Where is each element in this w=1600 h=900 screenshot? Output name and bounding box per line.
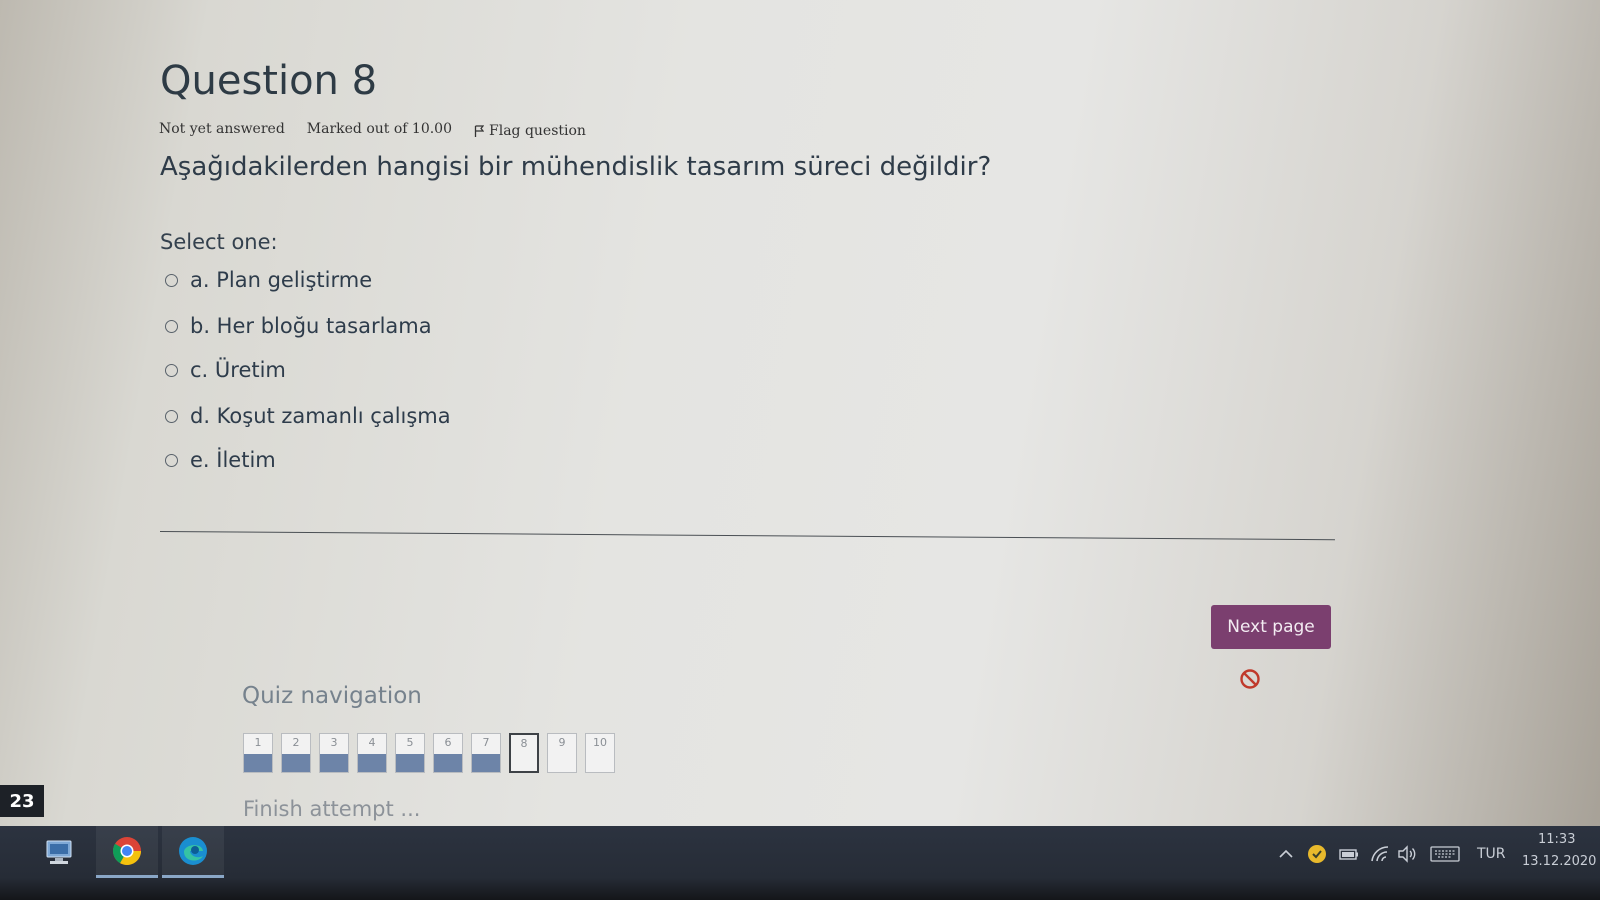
answer-option-a[interactable]: a. Plan geliştirme	[165, 268, 372, 292]
divider	[159, 531, 1335, 541]
answer-option-c[interactable]: c. Üretim	[165, 358, 286, 382]
network-computer-icon	[46, 840, 72, 864]
quiz-nav-button-3[interactable]: 3	[319, 733, 349, 773]
nav-number: 10	[593, 736, 607, 749]
answer-label: b. Her bloğu tasarlama	[190, 314, 432, 338]
quiz-nav-button-10[interactable]: 10	[585, 733, 615, 773]
clock-time[interactable]: 11:33	[1538, 832, 1575, 847]
radio-button[interactable]	[165, 273, 178, 287]
nav-number: 7	[482, 736, 490, 749]
quiz-nav-button-5[interactable]: 5	[395, 733, 425, 773]
nav-number: 2	[292, 736, 300, 749]
quiz-nav-button-6[interactable]: 6	[433, 733, 463, 773]
quiz-nav-button-2[interactable]: 2	[281, 733, 311, 773]
question-text: Aşağıdakilerden hangisi bir mühendislik …	[160, 152, 992, 182]
radio-button[interactable]	[165, 319, 178, 333]
input-language[interactable]: TUR	[1477, 846, 1506, 862]
next-page-button[interactable]: Next page	[1211, 605, 1331, 649]
tray-keyboard[interactable]	[1430, 844, 1460, 864]
quiz-navigation-title: Quiz navigation	[242, 683, 422, 709]
answered-indicator	[396, 754, 424, 772]
tray-norton[interactable]	[1307, 844, 1327, 864]
question-status: Not yet answered	[159, 121, 285, 137]
answered-indicator	[320, 754, 348, 772]
quiz-nav-button-8[interactable]: 8	[509, 733, 539, 773]
answered-indicator	[282, 754, 310, 772]
question-grade: Marked out of 10.00	[306, 121, 452, 137]
quiz-nav-button-1[interactable]: 1	[243, 733, 273, 773]
volume-icon	[1398, 845, 1416, 863]
wifi-icon	[1371, 846, 1389, 862]
answered-indicator	[472, 754, 500, 772]
answer-option-b[interactable]: b. Her bloğu tasarlama	[165, 314, 432, 338]
answered-indicator	[244, 754, 272, 772]
answer-label: a. Plan geliştirme	[190, 268, 373, 292]
nav-number: 5	[406, 736, 414, 749]
select-one-label: Select one:	[160, 230, 278, 254]
answered-indicator	[358, 754, 386, 772]
clock-date[interactable]: 13.12.2020	[1522, 854, 1596, 869]
quiz-nav-button-7[interactable]: 7	[471, 733, 501, 773]
battery-icon	[1339, 849, 1358, 860]
side-badge: 23	[0, 785, 44, 817]
chevron-up-icon	[1279, 849, 1293, 858]
answer-label: e. İletim	[190, 448, 276, 472]
answered-indicator	[434, 754, 462, 772]
tray-wifi[interactable]	[1370, 844, 1390, 864]
taskbar-app-chrome[interactable]	[96, 826, 158, 878]
quiz-nav-button-4[interactable]: 4	[357, 733, 387, 773]
finish-attempt-link[interactable]: Finish attempt ...	[243, 797, 420, 821]
taskbar: TUR 11:33 13.12.2020	[0, 826, 1600, 900]
nav-number: 3	[330, 736, 338, 749]
norton-icon	[1308, 845, 1326, 863]
chrome-icon	[113, 836, 141, 865]
question-info: Not yet answered Marked out of 10.00 Fla…	[159, 119, 586, 139]
not-allowed-icon	[1240, 669, 1260, 689]
flag-icon	[474, 125, 484, 137]
nav-number: 8	[520, 737, 528, 750]
tray-battery[interactable]	[1338, 844, 1360, 864]
nav-number: 9	[558, 736, 566, 749]
radio-button[interactable]	[165, 453, 178, 467]
edge-icon	[179, 836, 207, 865]
nav-number: 1	[254, 736, 262, 749]
flag-question-label: Flag question	[489, 123, 586, 139]
taskbar-app-network[interactable]	[28, 826, 90, 878]
flag-question-link[interactable]: Flag question	[474, 123, 586, 139]
nav-number: 6	[444, 736, 452, 749]
radio-button[interactable]	[165, 363, 178, 377]
answer-option-e[interactable]: e. İletim	[165, 448, 276, 472]
tray-chevron[interactable]	[1278, 844, 1294, 864]
question-title: Question 8	[160, 58, 378, 104]
keyboard-icon	[1430, 846, 1460, 862]
taskbar-app-edge[interactable]	[162, 826, 224, 878]
answer-label: c. Üretim	[190, 358, 286, 382]
answer-label: d. Koşut zamanlı çalışma	[190, 404, 451, 428]
quiz-navigation-buttons: 1 2 3 4 5 6 7 8 9 10	[243, 733, 615, 773]
radio-button[interactable]	[165, 409, 178, 423]
tray-volume[interactable]	[1396, 844, 1418, 864]
quiz-nav-button-9[interactable]: 9	[547, 733, 577, 773]
answer-option-d[interactable]: d. Koşut zamanlı çalışma	[165, 404, 451, 428]
nav-number: 4	[368, 736, 376, 749]
